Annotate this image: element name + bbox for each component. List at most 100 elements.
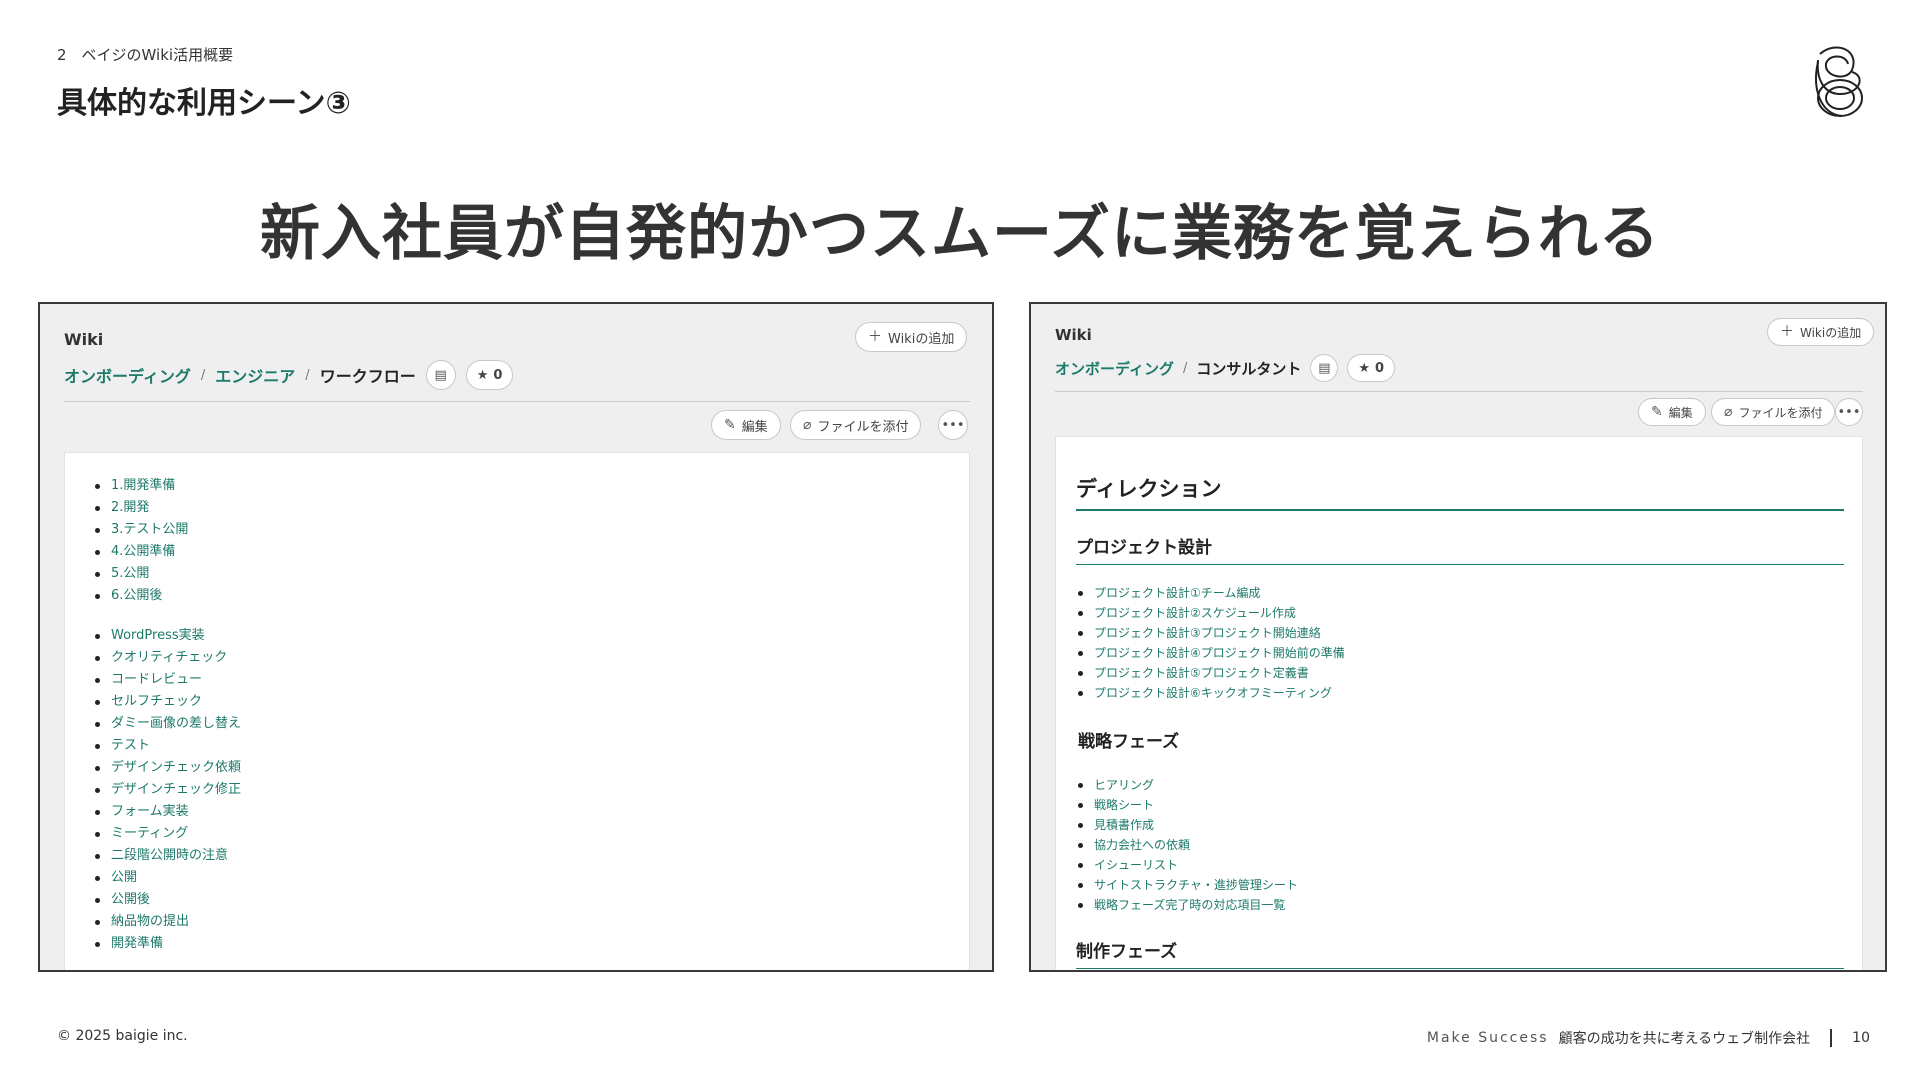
footer-divider bbox=[1830, 1029, 1833, 1047]
headline: 新入社員が自発的かつスムーズに業務を覚えられる bbox=[260, 199, 1660, 269]
add-wiki-label: Wikiの追加 bbox=[888, 331, 955, 347]
list-item[interactable]: ヒアリング bbox=[1078, 775, 1298, 795]
list-item[interactable]: プロジェクト設計⑥キックオフミーティング bbox=[1078, 683, 1345, 703]
pencil-icon: ✎ bbox=[1651, 404, 1663, 420]
plus-icon: ＋ bbox=[868, 329, 882, 345]
wiki-content: ディレクション プロジェクト設計 プロジェクト設計①チーム編成 プロジェクト設計… bbox=[1055, 436, 1863, 970]
more-options-button[interactable]: ••• bbox=[938, 410, 968, 440]
page-title: 具体的な利用シーン③ bbox=[57, 86, 351, 121]
footer-company: 顧客の成功を共に考えるウェブ制作会社 bbox=[1558, 1031, 1811, 1047]
star-icon: ★ bbox=[476, 367, 489, 383]
add-wiki-label: Wikiの追加 bbox=[1800, 325, 1862, 340]
star-count: 0 bbox=[493, 367, 503, 383]
breadcrumb-onboarding[interactable]: オンボーディング bbox=[64, 363, 191, 387]
section-label: 2 ベイジのWiki活用概要 bbox=[57, 46, 234, 64]
list-item[interactable]: フォーム実装 bbox=[95, 801, 241, 823]
list-item[interactable]: 協力会社への依頼 bbox=[1078, 835, 1298, 855]
footer-tagline: Make Success bbox=[1426, 1030, 1549, 1046]
more-options-button[interactable]: ••• bbox=[1835, 398, 1863, 426]
pencil-icon: ✎ bbox=[724, 417, 736, 433]
edit-button[interactable]: ✎ 編集 bbox=[1638, 398, 1706, 426]
list-item[interactable]: セルフチェック bbox=[95, 691, 241, 713]
more-icon: ••• bbox=[1837, 404, 1861, 420]
breadcrumb-separator: / bbox=[305, 367, 310, 383]
copyright: © 2025 baigie inc. bbox=[57, 1028, 188, 1044]
list-item[interactable]: 6.公開後 bbox=[95, 585, 188, 607]
list-item[interactable]: プロジェクト設計③プロジェクト開始連絡 bbox=[1078, 623, 1345, 643]
page-number: 10 bbox=[1852, 1030, 1870, 1046]
list-item[interactable]: 二段階公開時の注意 bbox=[95, 845, 241, 867]
breadcrumb-separator: / bbox=[1182, 360, 1188, 376]
wiki-content: 1.開発準備 2.開発 3.テスト公開 4.公開準備 5.公開 6.公開後 Wo… bbox=[64, 452, 970, 970]
add-wiki-button[interactable]: ＋ Wikiの追加 bbox=[855, 322, 968, 352]
wiki-screenshot-consultant: Wiki ＋ Wikiの追加 オンボーディング / コンサルタント ▤ ★ 0 … bbox=[1029, 302, 1887, 972]
list-item[interactable]: 納品物の提出 bbox=[95, 911, 241, 933]
heading-direction: ディレクション bbox=[1076, 473, 1844, 511]
list-item[interactable]: WordPress実装 bbox=[95, 625, 241, 647]
list-item[interactable]: コードレビュー bbox=[95, 669, 241, 691]
wiki-label: Wiki bbox=[64, 330, 104, 349]
list-item[interactable]: 3.テスト公開 bbox=[95, 519, 188, 541]
edit-label: 編集 bbox=[1668, 405, 1693, 420]
clipboard-icon[interactable]: ▤ bbox=[1310, 354, 1339, 382]
list-item[interactable]: プロジェクト設計④プロジェクト開始前の準備 bbox=[1078, 643, 1345, 663]
breadcrumb-separator: / bbox=[200, 367, 206, 383]
list-item[interactable]: 1.開発準備 bbox=[95, 475, 188, 497]
list-item[interactable]: テスト bbox=[95, 735, 241, 757]
list-item[interactable]: 開発準備 bbox=[95, 933, 241, 955]
paperclip-icon: ⌀ bbox=[1724, 404, 1733, 420]
list-item[interactable]: デザインチェック修正 bbox=[95, 779, 241, 801]
heading-strategy-phase: 戦略フェーズ bbox=[1078, 732, 1180, 752]
edit-label: 編集 bbox=[741, 419, 768, 435]
breadcrumb: オンボーディング / エンジニア / ワークフロー ▤ ★ 0 bbox=[64, 360, 514, 390]
attach-label: ファイルを添付 bbox=[1738, 405, 1823, 420]
list-item[interactable]: 4.公開準備 bbox=[95, 541, 188, 563]
company-logo bbox=[1815, 46, 1863, 117]
list-item[interactable]: プロジェクト設計①チーム編成 bbox=[1078, 583, 1345, 603]
attach-file-button[interactable]: ⌀ ファイルを添付 bbox=[790, 410, 922, 440]
wiki-screenshot-engineer: Wiki ＋ Wikiの追加 オンボーディング / エンジニア / ワークフロー… bbox=[38, 302, 994, 972]
header-divider bbox=[64, 401, 970, 402]
list-item[interactable]: イシューリスト bbox=[1078, 855, 1298, 875]
plus-icon: ＋ bbox=[1780, 324, 1794, 340]
list-item[interactable]: 公開 bbox=[95, 867, 241, 889]
breadcrumb-onboarding[interactable]: オンボーディング bbox=[1055, 358, 1174, 379]
list-item[interactable]: サイトストラクチャ・進捗管理シート bbox=[1078, 875, 1298, 895]
page-link-list-main: 1.開発準備 2.開発 3.テスト公開 4.公開準備 5.公開 6.公開後 bbox=[95, 475, 188, 607]
breadcrumb: オンボーディング / コンサルタント ▤ ★ 0 bbox=[1055, 354, 1396, 382]
star-button[interactable]: ★ 0 bbox=[1347, 354, 1396, 382]
edit-button[interactable]: ✎ 編集 bbox=[711, 410, 781, 440]
paperclip-icon: ⌀ bbox=[803, 417, 812, 433]
page-link-list-sub: WordPress実装 クオリティチェック コードレビュー セルフチェック ダミ… bbox=[95, 625, 241, 955]
heading-production-phase: 制作フェーズ bbox=[1076, 937, 1844, 969]
clipboard-icon[interactable]: ▤ bbox=[425, 360, 456, 390]
list-item[interactable]: 見積書作成 bbox=[1078, 815, 1298, 835]
list-item[interactable]: プロジェクト設計⑤プロジェクト定義書 bbox=[1078, 663, 1345, 683]
wiki-label: Wiki bbox=[1055, 326, 1092, 344]
star-count: 0 bbox=[1375, 360, 1385, 376]
breadcrumb-workflow: ワークフロー bbox=[319, 367, 416, 386]
strategy-phase-links: ヒアリング 戦略シート 見積書作成 協力会社への依頼 イシューリスト サイトスト… bbox=[1078, 775, 1298, 915]
header-divider bbox=[1055, 391, 1863, 392]
list-item[interactable]: プロジェクト設計②スケジュール作成 bbox=[1078, 603, 1345, 623]
list-item[interactable]: クオリティチェック bbox=[95, 647, 241, 669]
list-item[interactable]: 5.公開 bbox=[95, 563, 188, 585]
project-design-links: プロジェクト設計①チーム編成 プロジェクト設計②スケジュール作成 プロジェクト設… bbox=[1078, 583, 1345, 703]
breadcrumb-engineer[interactable]: エンジニア bbox=[215, 363, 295, 387]
list-item[interactable]: ミーティング bbox=[95, 823, 241, 845]
attach-file-button[interactable]: ⌀ ファイルを添付 bbox=[1711, 398, 1836, 426]
star-button[interactable]: ★ 0 bbox=[465, 360, 514, 390]
list-item[interactable]: 2.開発 bbox=[95, 497, 188, 519]
star-icon: ★ bbox=[1358, 360, 1371, 376]
list-item[interactable]: ダミー画像の差し替え bbox=[95, 713, 241, 735]
list-item[interactable]: デザインチェック依頼 bbox=[95, 757, 241, 779]
heading-project-design: プロジェクト設計 bbox=[1076, 533, 1844, 565]
footer-info: Make Success 顧客の成功を共に考えるウェブ制作会社 10 bbox=[1427, 1028, 1870, 1048]
more-icon: ••• bbox=[941, 417, 965, 433]
list-item[interactable]: 公開後 bbox=[95, 889, 241, 911]
list-item[interactable]: 戦略フェーズ完了時の対応項目一覧 bbox=[1078, 895, 1298, 915]
attach-label: ファイルを添付 bbox=[817, 419, 909, 435]
breadcrumb-consultant: コンサルタント bbox=[1196, 359, 1302, 378]
add-wiki-button[interactable]: ＋ Wikiの追加 bbox=[1767, 318, 1875, 346]
list-item[interactable]: 戦略シート bbox=[1078, 795, 1298, 815]
